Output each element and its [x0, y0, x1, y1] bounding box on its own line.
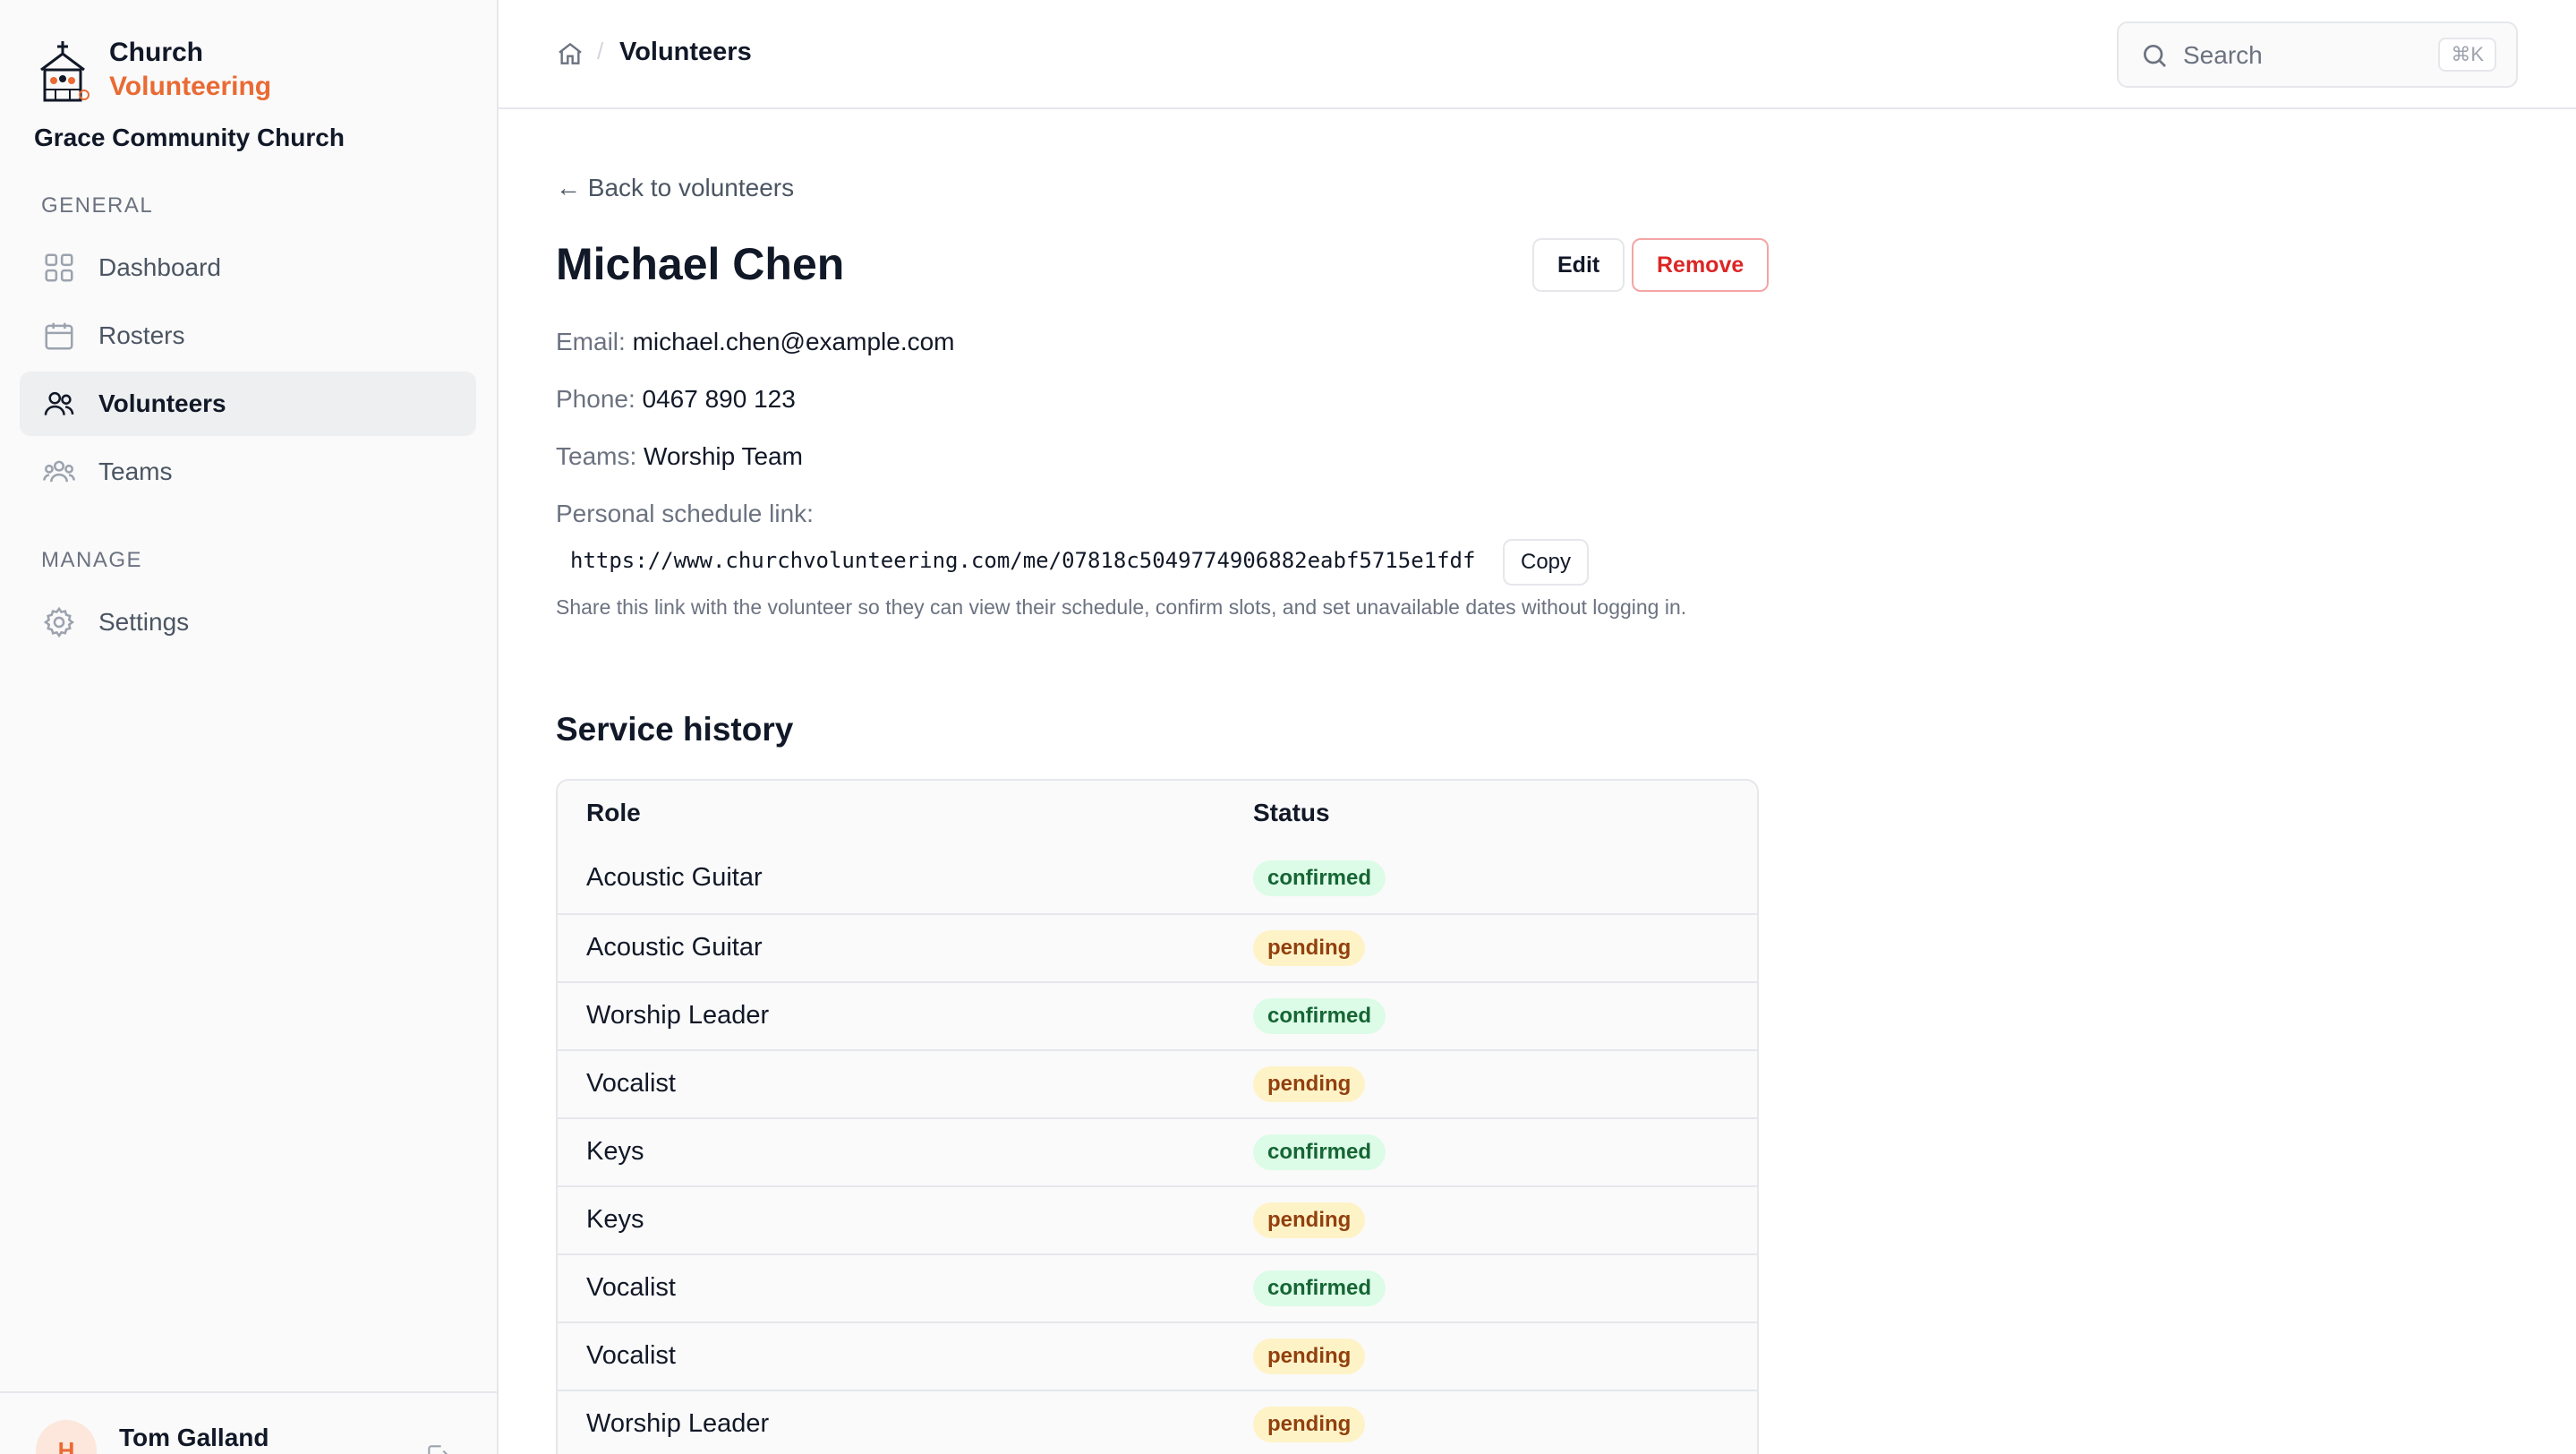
status-badge: pending	[1253, 1066, 1366, 1102]
service-history-title: Service history	[556, 711, 794, 748]
sidebar-item-label: Teams	[98, 458, 173, 485]
role-cell: Acoustic Guitar	[586, 863, 763, 892]
status-badge: pending	[1253, 930, 1366, 966]
remove-button[interactable]: Remove	[1632, 238, 1770, 292]
role-cell: Vocalist	[586, 1069, 676, 1098]
email-value: michael.chen@example.com	[632, 328, 955, 355]
schedule-link-help: Share this link with the volunteer so th…	[556, 595, 1687, 619]
sidebar-item-label: Volunteers	[98, 389, 226, 417]
user-group-icon	[41, 454, 77, 490]
status-badge: pending	[1253, 1202, 1366, 1238]
column-header-status: Status	[1253, 799, 1330, 826]
main-content: ← Back to volunteers Michael Chen Edit R…	[499, 109, 2576, 1454]
table-row[interactable]: Keys pending	[558, 1185, 1757, 1253]
email-label: Email:	[556, 328, 626, 355]
role-cell: Worship Leader	[586, 1001, 770, 1030]
sidebar-item-label: Rosters	[98, 321, 185, 349]
role-cell: Keys	[586, 1137, 644, 1166]
phone-field: Phone: 0467 890 123	[556, 385, 796, 414]
sidebar-item-dashboard[interactable]: Dashboard	[20, 235, 476, 300]
sidebar-item-rosters[interactable]: Rosters	[20, 304, 476, 368]
status-badge: confirmed	[1253, 1134, 1386, 1170]
organization-name: Grace Community Church	[34, 124, 345, 151]
nav-section-manage: MANAGE	[41, 548, 143, 572]
role-cell: Keys	[586, 1205, 644, 1234]
avatar[interactable]: H	[36, 1420, 97, 1454]
brand-name-accent: Volunteering	[109, 72, 272, 101]
table-body: Acoustic Guitar confirmed Acoustic Guitar p…	[558, 845, 1757, 1454]
nav-section-general: GENERAL	[41, 193, 154, 218]
role-cell: Acoustic Guitar	[586, 933, 763, 962]
schedule-link-label: Personal schedule link:	[556, 500, 814, 527]
user-name: Tom Galland	[119, 1424, 269, 1451]
back-to-volunteers-link[interactable]: ← Back to volunteers	[556, 174, 794, 202]
phone-label: Phone:	[556, 385, 635, 413]
teams-field: Teams: Worship Team	[556, 442, 803, 471]
email-field: Email: michael.chen@example.com	[556, 328, 955, 356]
schedule-link-url[interactable]: https://www.churchvolunteering.com/me/07…	[570, 548, 1475, 573]
table-row[interactable]: Vocalist confirmed	[558, 1253, 1757, 1321]
table-row[interactable]: Acoustic Guitar confirmed	[558, 845, 1757, 913]
user-panel: H Tom Galland	[0, 1391, 497, 1454]
brand[interactable]: Church Volunteering	[36, 36, 271, 104]
breadcrumb-separator: /	[597, 38, 604, 64]
table-row[interactable]: Acoustic Guitar pending	[558, 913, 1757, 981]
table-header: Role Status	[558, 781, 1757, 845]
search-shortcut: ⌘K	[2438, 38, 2496, 72]
table-row[interactable]: Vocalist pending	[558, 1321, 1757, 1390]
search-placeholder: Search	[2183, 41, 2263, 69]
sidebar-item-volunteers[interactable]: Volunteers	[20, 372, 476, 436]
phone-value: 0467 890 123	[642, 385, 796, 413]
edit-button[interactable]: Edit	[1532, 238, 1625, 292]
grid-icon	[41, 250, 77, 286]
status-badge: pending	[1253, 1339, 1366, 1374]
search-icon	[2144, 45, 2166, 67]
users-icon	[41, 386, 77, 422]
sidebar-item-teams[interactable]: Teams	[20, 440, 476, 504]
breadcrumb-current[interactable]: Volunteers	[619, 38, 752, 67]
gear-icon	[41, 604, 77, 640]
service-history-table: Role Status Acoustic Guitar confirmed Acou…	[556, 779, 1759, 1454]
page-title: Michael Chen	[556, 239, 845, 289]
top-bar: / Volunteers Search ⌘K	[499, 0, 2576, 109]
teams-label: Teams:	[556, 442, 637, 470]
sidebar-item-settings[interactable]: Settings	[20, 590, 476, 654]
church-logo-icon	[40, 41, 90, 102]
role-cell: Vocalist	[586, 1341, 676, 1370]
status-badge: confirmed	[1253, 860, 1386, 896]
table-row[interactable]: Keys confirmed	[558, 1117, 1757, 1185]
role-cell: Worship Leader	[586, 1409, 770, 1438]
column-header-role: Role	[586, 799, 641, 826]
schedule-link-field: Personal schedule link:	[556, 500, 814, 528]
logout-icon[interactable]	[424, 1441, 453, 1454]
status-badge: confirmed	[1253, 998, 1386, 1034]
calendar-icon	[41, 318, 77, 354]
brand-name: Church	[109, 38, 203, 67]
table-row[interactable]: Worship Leader pending	[558, 1390, 1757, 1454]
table-row[interactable]: Vocalist pending	[558, 1049, 1757, 1117]
copy-button[interactable]: Copy	[1503, 539, 1590, 586]
status-badge: pending	[1253, 1407, 1366, 1442]
home-icon[interactable]	[556, 39, 584, 68]
status-badge: confirmed	[1253, 1270, 1386, 1306]
table-row[interactable]: Worship Leader confirmed	[558, 981, 1757, 1049]
sidebar-item-label: Dashboard	[98, 253, 221, 281]
sidebar-item-label: Settings	[98, 608, 190, 636]
search-input[interactable]: Search ⌘K	[2117, 21, 2518, 88]
sidebar: Church Volunteering Grace Community Chur…	[0, 0, 499, 1454]
teams-value: Worship Team	[644, 442, 803, 470]
role-cell: Vocalist	[586, 1273, 676, 1302]
